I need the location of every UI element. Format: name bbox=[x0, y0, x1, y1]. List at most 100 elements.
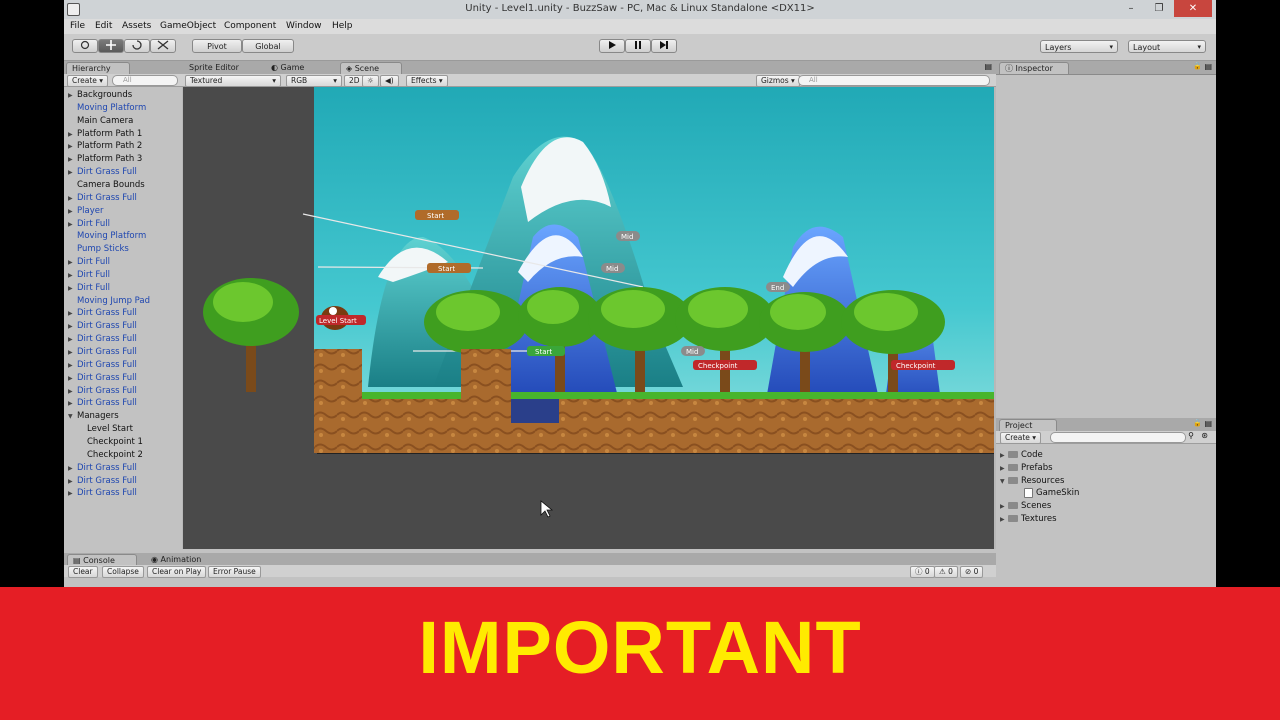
layers-dropdown[interactable]: Layers ▾ bbox=[1040, 40, 1118, 53]
lock-icon[interactable]: 🔒 bbox=[1193, 419, 1202, 427]
fold-arrow-icon[interactable]: ▶ bbox=[68, 488, 77, 500]
hierarchy-item[interactable]: ▶ Dirt Grass Full bbox=[68, 462, 137, 474]
fold-arrow-icon[interactable]: ▼ bbox=[68, 411, 77, 423]
hierarchy-item[interactable]: ▶ Dirt Grass Full bbox=[68, 487, 137, 499]
fold-arrow-icon[interactable]: ▶ bbox=[68, 334, 77, 346]
fold-arrow-icon[interactable]: ▶ bbox=[68, 270, 77, 282]
hierarchy-item[interactable]: Camera Bounds bbox=[68, 179, 145, 191]
hierarchy-item[interactable]: ▶ Dirt Full bbox=[68, 256, 110, 268]
pivot-toggle[interactable]: Pivot bbox=[192, 39, 242, 53]
hierarchy-item[interactable]: ▶ Dirt Grass Full bbox=[68, 397, 137, 409]
panel-menu-icon[interactable]: ▤ bbox=[1204, 419, 1212, 428]
hierarchy-item[interactable]: ▶ Dirt Grass Full bbox=[68, 333, 137, 345]
render-mode-dropdown[interactable]: Textured ▾ bbox=[185, 75, 281, 87]
tab-game[interactable]: ◐ Game bbox=[266, 62, 326, 74]
fold-arrow-icon[interactable]: ▶ bbox=[68, 347, 77, 359]
fold-arrow-icon[interactable]: ▶ bbox=[68, 321, 77, 333]
scale-tool-button[interactable] bbox=[150, 39, 176, 53]
hierarchy-item[interactable]: ▶ Dirt Grass Full bbox=[68, 475, 137, 487]
project-create-button[interactable]: Create ▾ bbox=[1000, 432, 1042, 444]
hierarchy-item[interactable]: ▶ Dirt Full bbox=[68, 269, 110, 281]
hierarchy-item[interactable]: Moving Jump Pad bbox=[68, 295, 150, 307]
fold-arrow-icon[interactable]: ▶ bbox=[68, 206, 77, 218]
hierarchy-item[interactable]: Moving Platform bbox=[68, 102, 146, 114]
favorite-icon[interactable]: ⊛ bbox=[1201, 431, 1208, 440]
minimize-button[interactable]: – bbox=[1118, 0, 1144, 17]
hierarchy-item[interactable]: Moving Platform bbox=[68, 230, 146, 242]
global-toggle[interactable]: Global bbox=[242, 39, 294, 53]
project-item[interactable]: ▶ Code bbox=[1000, 449, 1043, 461]
project-item[interactable]: ▶ Scenes bbox=[1000, 500, 1051, 512]
fold-arrow-icon[interactable]: ▶ bbox=[68, 129, 77, 141]
menu-assets[interactable]: Assets bbox=[119, 20, 154, 32]
gizmos-dropdown[interactable]: Gizmos ▾ bbox=[756, 75, 800, 87]
fold-arrow-icon[interactable]: ▶ bbox=[68, 193, 77, 205]
hierarchy-item[interactable]: ▶ Platform Path 1 bbox=[68, 128, 142, 140]
rotate-tool-button[interactable] bbox=[124, 39, 150, 53]
fold-arrow-icon[interactable]: ▶ bbox=[68, 283, 77, 295]
panel-menu-icon[interactable]: ▤ bbox=[1204, 62, 1212, 71]
hierarchy-item[interactable]: Checkpoint 1 bbox=[78, 436, 143, 448]
hierarchy-item[interactable]: ▶ Dirt Full bbox=[68, 218, 110, 230]
fold-arrow-icon[interactable]: ▶ bbox=[68, 154, 77, 166]
hierarchy-create-button[interactable]: Create ▾ bbox=[67, 75, 109, 87]
console-warning-count[interactable]: ⚠ 0 bbox=[934, 566, 958, 578]
maximize-button[interactable]: ❐ bbox=[1146, 0, 1172, 17]
hierarchy-item[interactable]: Main Camera bbox=[68, 115, 133, 127]
hierarchy-item[interactable]: Checkpoint 2 bbox=[78, 449, 143, 461]
fold-arrow-icon[interactable]: ▶ bbox=[68, 386, 77, 398]
fold-arrow-icon[interactable]: ▶ bbox=[68, 308, 77, 320]
fold-arrow-icon[interactable]: ▶ bbox=[1000, 514, 1008, 526]
fold-arrow-icon[interactable]: ▶ bbox=[68, 373, 77, 385]
fold-arrow-icon[interactable]: ▶ bbox=[68, 90, 77, 102]
lock-icon[interactable]: 🔒 bbox=[1193, 62, 1202, 70]
project-search-input[interactable] bbox=[1050, 432, 1186, 443]
color-mode-dropdown[interactable]: RGB ▾ bbox=[286, 75, 342, 87]
tab-inspector[interactable]: ⓘ Inspector bbox=[999, 62, 1069, 74]
audio-toggle[interactable]: ◀) bbox=[380, 75, 399, 87]
hierarchy-item[interactable]: Pump Sticks bbox=[68, 243, 129, 255]
tab-scene[interactable]: ◈ Scene bbox=[340, 62, 402, 74]
fold-arrow-icon[interactable]: ▶ bbox=[68, 257, 77, 269]
console-clear-on-play-button[interactable]: Clear on Play bbox=[147, 566, 207, 578]
panel-menu-icon[interactable]: ▤ bbox=[984, 62, 992, 71]
project-item[interactable]: ▶ Prefabs bbox=[1000, 462, 1053, 474]
hierarchy-item[interactable]: ▶ Dirt Grass Full bbox=[68, 307, 137, 319]
effects-dropdown[interactable]: Effects ▾ bbox=[406, 75, 448, 87]
layout-dropdown[interactable]: Layout ▾ bbox=[1128, 40, 1206, 53]
hierarchy-item[interactable]: ▶ Platform Path 2 bbox=[68, 140, 142, 152]
hierarchy-item[interactable]: ▼ Managers bbox=[68, 410, 119, 422]
hierarchy-item[interactable]: ▶ Dirt Grass Full bbox=[68, 346, 137, 358]
hand-tool-button[interactable] bbox=[72, 39, 98, 53]
fold-arrow-icon[interactable]: ▼ bbox=[1000, 476, 1008, 488]
hierarchy-item[interactable]: ▶ Dirt Grass Full bbox=[68, 372, 137, 384]
move-tool-button[interactable] bbox=[98, 39, 124, 53]
hierarchy-item[interactable]: ▶ Dirt Grass Full bbox=[68, 192, 137, 204]
tab-hierarchy[interactable]: Hierarchy bbox=[66, 62, 130, 74]
hierarchy-item[interactable]: ▶ Dirt Full bbox=[68, 282, 110, 294]
lighting-toggle[interactable]: ☼ bbox=[362, 75, 379, 87]
hierarchy-item[interactable]: ▶ Dirt Grass Full bbox=[68, 359, 137, 371]
menu-window[interactable]: Window bbox=[283, 20, 325, 32]
console-error-count[interactable]: ⊘ 0 bbox=[960, 566, 984, 578]
menu-component[interactable]: Component bbox=[221, 20, 279, 32]
project-item[interactable]: GameSkin bbox=[1016, 487, 1079, 499]
hierarchy-item[interactable]: ▶ Player bbox=[68, 205, 103, 217]
close-button[interactable]: ✕ bbox=[1174, 0, 1212, 17]
console-log-count[interactable]: ⓘ 0 bbox=[910, 566, 935, 578]
menu-gameobject[interactable]: GameObject bbox=[157, 20, 219, 32]
fold-arrow-icon[interactable]: ▶ bbox=[68, 141, 77, 153]
fold-arrow-icon[interactable]: ▶ bbox=[68, 167, 77, 179]
project-item[interactable]: ▼ Resources bbox=[1000, 475, 1064, 487]
filter-icon[interactable]: ⚲ bbox=[1188, 431, 1194, 440]
hierarchy-item[interactable]: ▶ Platform Path 3 bbox=[68, 153, 142, 165]
tab-project[interactable]: Project bbox=[999, 419, 1057, 431]
fold-arrow-icon[interactable]: ▶ bbox=[1000, 450, 1008, 462]
console-clear-button[interactable]: Clear bbox=[68, 566, 98, 578]
play-button[interactable] bbox=[599, 39, 625, 53]
menu-file[interactable]: File bbox=[67, 20, 88, 32]
scene-viewport[interactable]: Start Start Start Mid Mid Mid End Level … bbox=[183, 87, 994, 549]
hierarchy-item[interactable]: ▶ Dirt Grass Full bbox=[68, 320, 137, 332]
hierarchy-search-input[interactable]: All bbox=[112, 75, 178, 86]
hierarchy-item[interactable]: ▶ Backgrounds bbox=[68, 89, 132, 101]
